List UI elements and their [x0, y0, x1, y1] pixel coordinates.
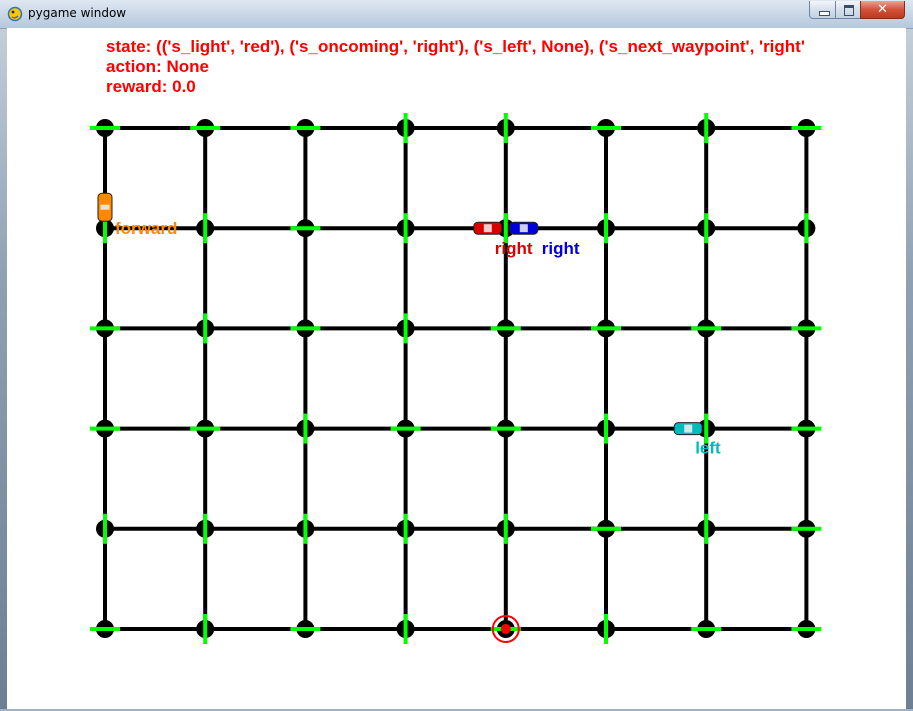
close-button[interactable]: ✕ [860, 1, 905, 19]
game-canvas[interactable]: state: (('s_light', 'red'), ('s_oncoming… [7, 28, 906, 709]
window-title: pygame window [28, 6, 127, 20]
minimize-icon [819, 11, 830, 16]
car-label: forward [115, 219, 177, 238]
maximize-button[interactable] [835, 1, 861, 19]
title-bar[interactable]: pygame window ✕ [0, 0, 913, 29]
car-label: right [495, 239, 533, 258]
car-windshield [519, 224, 528, 233]
car-windshield [684, 424, 693, 433]
road-grid: forward right right left [90, 113, 822, 644]
pygame-snake-icon [7, 6, 23, 22]
car-label: left [695, 439, 721, 458]
destination-marker [500, 624, 511, 634]
close-icon: ✕ [877, 2, 888, 17]
car-windshield [100, 204, 110, 210]
car-label: right [542, 239, 580, 258]
maximize-icon [844, 5, 854, 16]
car-windshield [483, 224, 492, 233]
minimize-button[interactable] [809, 1, 836, 19]
